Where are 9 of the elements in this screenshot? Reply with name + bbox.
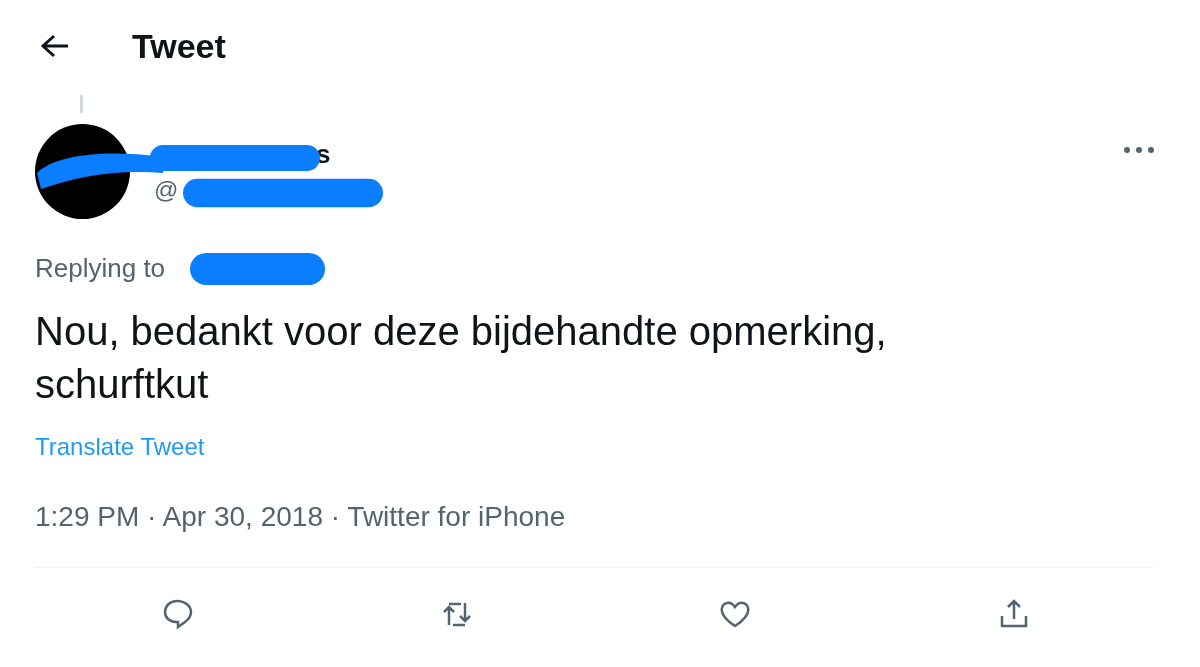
tweet-text: Nou, bedankt voor deze bijdehandte opmerking, schurftkut	[35, 308, 888, 408]
page-title: Tweet	[132, 26, 226, 66]
author-handle: @	[154, 175, 179, 204]
tweet-timestamp: 1:29 PM · Apr 30, 2018 · Twitter for iPhone	[35, 501, 567, 533]
comment-icon[interactable]	[162, 598, 194, 630]
replying-to-label: Replying to	[35, 253, 166, 283]
more-options-icon[interactable]	[1123, 145, 1155, 155]
translate-link[interactable]: Translate Tweet	[35, 433, 205, 461]
back-arrow-icon[interactable]	[40, 33, 70, 59]
